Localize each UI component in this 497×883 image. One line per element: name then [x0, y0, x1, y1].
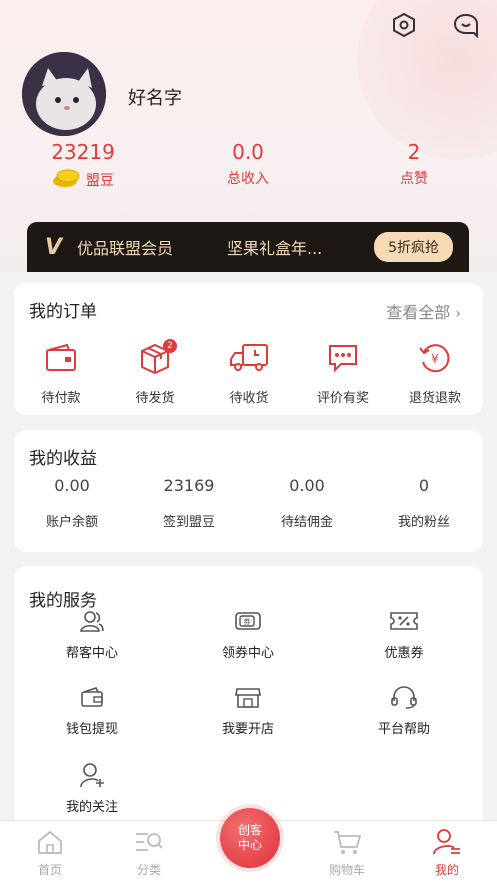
earning-label: 账户余额 [45, 515, 98, 530]
earning-value: 0 [418, 476, 430, 495]
earnings-card: 我的收益 0.00 账户余额 23169 签到盟豆 0.00 待结佣金 0 我的… [14, 430, 483, 552]
svg-text:券: 券 [244, 617, 251, 626]
order-pending-payment[interactable]: 待付款 [16, 341, 106, 406]
tab-category[interactable]: 分类 [109, 827, 189, 878]
store-icon [193, 684, 303, 710]
service-my-follows[interactable]: 我的关注 [37, 762, 147, 815]
tab-label: 分类 [136, 863, 161, 877]
earning-pending-commission[interactable]: 0.00 待结佣金 [252, 476, 362, 530]
stat-points[interactable]: 23219 盟豆 [13, 140, 153, 192]
order-label: 待付款 [41, 391, 81, 406]
refund-icon: ¥ [390, 341, 480, 375]
service-label: 帮客中心 [65, 646, 118, 661]
tab-label: 购物车 [328, 863, 365, 877]
service-label: 我要开店 [221, 722, 274, 737]
order-label: 退货退款 [408, 391, 461, 406]
stat-value: 23219 [51, 140, 115, 164]
headset-icon [349, 684, 459, 710]
cart-icon [307, 827, 387, 857]
earning-label: 我的粉丝 [397, 515, 450, 530]
users-icon [37, 608, 147, 634]
tab-label: 我的 [434, 863, 459, 877]
service-open-store[interactable]: 我要开店 [193, 684, 303, 737]
box-icon: 2 [110, 339, 200, 375]
earning-value: 0.00 [54, 476, 90, 495]
maker-center-button[interactable]: 创客 中心 [220, 808, 280, 868]
chevron-right-icon: › [455, 306, 461, 322]
service-label: 领券中心 [221, 646, 274, 661]
stat-label: 盟豆 [86, 173, 114, 189]
tab-profile[interactable]: 我的 [407, 827, 487, 878]
earning-signin-points[interactable]: 23169 签到盟豆 [134, 476, 244, 530]
service-coupons[interactable]: 优惠券 [349, 608, 459, 661]
vip-title: 优品联盟会员 [77, 239, 174, 258]
orders-title: 我的订单 [29, 302, 97, 322]
vip-promo-button[interactable]: 5折疯抢 [374, 232, 453, 262]
earning-value: 23169 [163, 476, 215, 495]
service-coupon-center[interactable]: 券 领券中心 [193, 608, 303, 661]
message-icon[interactable] [451, 10, 481, 40]
service-platform-help[interactable]: 平台帮助 [349, 684, 459, 737]
category-icon [109, 827, 189, 857]
profile-icon [407, 827, 487, 857]
vip-logo: V [45, 234, 63, 260]
service-label: 平台帮助 [377, 722, 430, 737]
order-label: 待收货 [229, 391, 269, 406]
wallet-withdraw-icon [37, 684, 147, 710]
tab-cart[interactable]: 购物车 [307, 827, 387, 878]
order-refund[interactable]: ¥ 退货退款 [390, 341, 480, 406]
ticket-icon: 券 [193, 608, 303, 634]
coin-icon [52, 168, 82, 192]
stat-value: 2 [407, 140, 421, 164]
tab-label: 首页 [37, 863, 62, 877]
service-label: 钱包提现 [65, 722, 118, 737]
truck-icon [204, 341, 294, 375]
stat-likes[interactable]: 2 点赞 [344, 140, 484, 188]
see-all-orders-link[interactable]: 查看全部 › [386, 299, 461, 323]
service-helper-center[interactable]: 帮客中心 [37, 608, 147, 661]
order-badge: 2 [163, 339, 177, 353]
svg-text:¥: ¥ [431, 352, 439, 366]
earning-label: 签到盟豆 [162, 515, 215, 530]
follow-icon [37, 762, 147, 788]
earning-fans[interactable]: 0 我的粉丝 [369, 476, 479, 530]
earning-label: 待结佣金 [280, 515, 333, 530]
coupon-icon [349, 608, 459, 634]
wallet-icon [16, 341, 106, 375]
earning-value: 0.00 [289, 476, 325, 495]
maker-center-line1: 创客 [237, 823, 262, 837]
home-icon [10, 827, 90, 857]
order-label: 评价有奖 [316, 391, 369, 406]
service-label: 优惠券 [384, 646, 424, 661]
order-pending-shipment[interactable]: 2 待发货 [110, 339, 200, 406]
avatar[interactable] [22, 52, 106, 136]
order-label: 待发货 [135, 391, 175, 406]
settings-icon[interactable] [389, 10, 419, 40]
username: 好名字 [128, 88, 182, 109]
maker-center-line2: 中心 [237, 838, 262, 852]
earning-balance[interactable]: 0.00 账户余额 [17, 476, 127, 530]
services-card: 我的服务 帮客中心 券 领券中心 优惠券 钱包提现 我要开店 平台帮助 我的关注 [14, 566, 483, 836]
service-label: 我的关注 [65, 800, 118, 815]
service-wallet-withdraw[interactable]: 钱包提现 [37, 684, 147, 737]
order-review[interactable]: 评价有奖 [298, 341, 388, 406]
stat-label: 点赞 [400, 171, 428, 187]
earnings-title: 我的收益 [29, 449, 97, 469]
stat-value: 0.0 [232, 140, 264, 164]
see-all-label: 查看全部 [386, 303, 451, 322]
stat-income[interactable]: 0.0 总收入 [178, 140, 318, 188]
stat-label: 总收入 [227, 171, 269, 187]
vip-promo-item: 坚果礼盒年... [227, 239, 323, 258]
vip-banner[interactable]: V 优品联盟会员 坚果礼盒年... 5折疯抢 [27, 222, 469, 272]
order-pending-receipt[interactable]: 待收货 [204, 341, 294, 406]
orders-card: 我的订单 查看全部 › 待付款 2 待发货 待收货 评价有奖 ¥ 退货退款 [14, 283, 483, 415]
comment-icon [298, 341, 388, 375]
tab-home[interactable]: 首页 [10, 827, 90, 878]
